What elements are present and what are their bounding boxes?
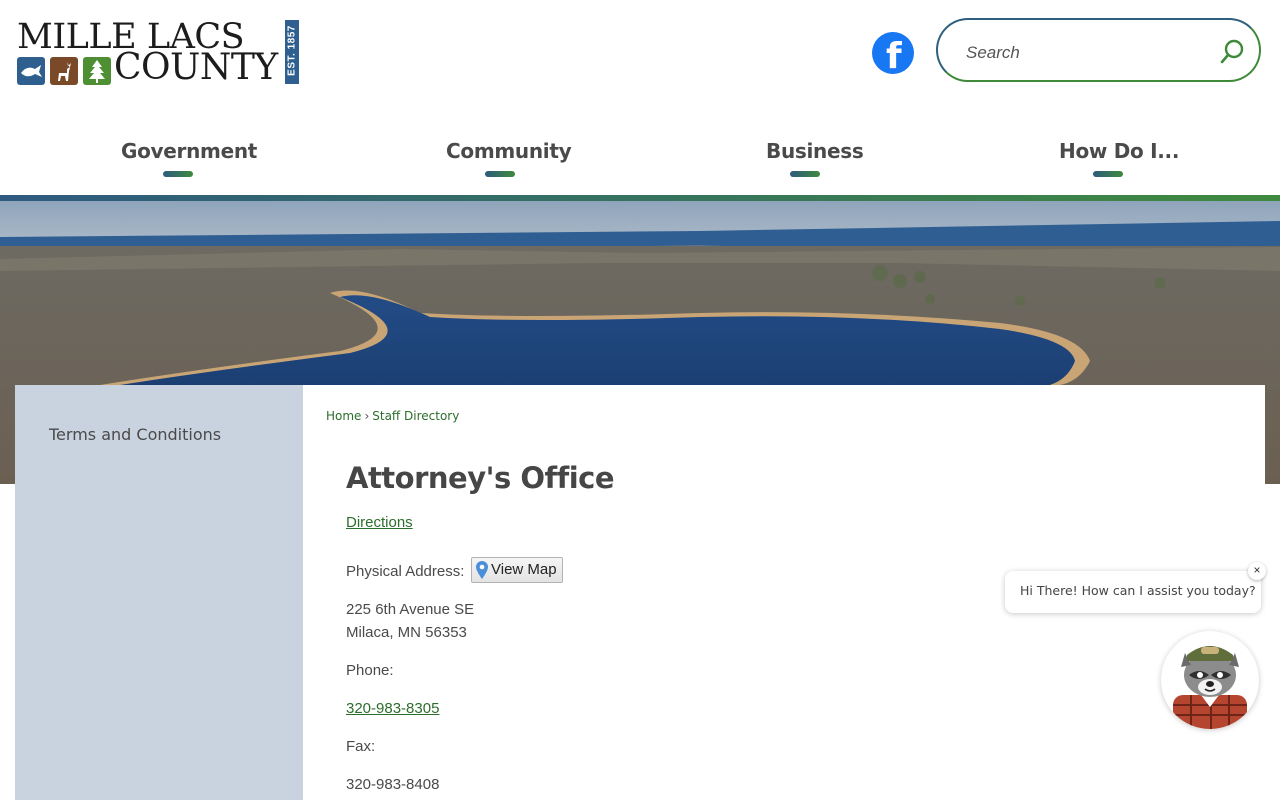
search-input[interactable] (964, 38, 1198, 68)
page-title: Attorney's Office (346, 461, 615, 495)
directions-link[interactable]: Directions (346, 514, 413, 531)
breadcrumb-home[interactable]: Home (326, 409, 361, 423)
search-icon[interactable] (1218, 38, 1246, 66)
nav-underline (163, 171, 193, 177)
facebook-icon[interactable]: f (872, 32, 914, 77)
address-line1: 225 6th Avenue SE (346, 601, 475, 618)
site-logo[interactable]: MILLE LACS COUNTY EST. 1857 (17, 18, 299, 88)
fish-icon (17, 57, 45, 85)
chat-bubble[interactable]: Hi There! How can I assist you today? (1005, 571, 1261, 613)
physical-address-label: Physical Address: (346, 563, 465, 580)
breadcrumb: Home › Staff Directory (326, 409, 459, 423)
nav-how-do-i[interactable]: How Do I... (1059, 139, 1179, 163)
address-line2: Milaca, MN 56353 (346, 624, 467, 641)
phone-link[interactable]: 320-983-8305 (346, 700, 439, 717)
logo-line2: COUNTY (114, 47, 278, 88)
view-map-button[interactable]: View Map (471, 557, 563, 583)
fax-label: Fax: (346, 738, 376, 755)
breadcrumb-staff-directory[interactable]: Staff Directory (372, 409, 459, 423)
chat-close-button[interactable]: × (1248, 562, 1266, 580)
nav-underline (485, 171, 515, 177)
established-text: EST. 1857 (286, 25, 298, 76)
sidebar-item-terms[interactable]: Terms and Conditions (49, 425, 221, 444)
nav-government[interactable]: Government (121, 139, 257, 163)
deer-icon (50, 57, 78, 85)
nav-underline (1093, 171, 1123, 177)
sidebar: Terms and Conditions (15, 385, 303, 800)
nav-community[interactable]: Community (446, 139, 572, 163)
fax-number: 320-983-8408 (346, 776, 440, 793)
nav-business[interactable]: Business (766, 139, 864, 163)
pine-tree-icon (83, 57, 111, 85)
established-badge: EST. 1857 (285, 20, 299, 84)
phone-label: Phone: (346, 662, 394, 679)
chat-message: Hi There! How can I assist you today? (1020, 583, 1256, 598)
view-map-label: View Map (491, 561, 557, 578)
chat-avatar-raccoon[interactable] (1161, 631, 1259, 729)
search-box (936, 18, 1261, 82)
breadcrumb-separator: › (364, 409, 370, 423)
map-pin-icon (476, 561, 488, 579)
nav-underline (790, 171, 820, 177)
